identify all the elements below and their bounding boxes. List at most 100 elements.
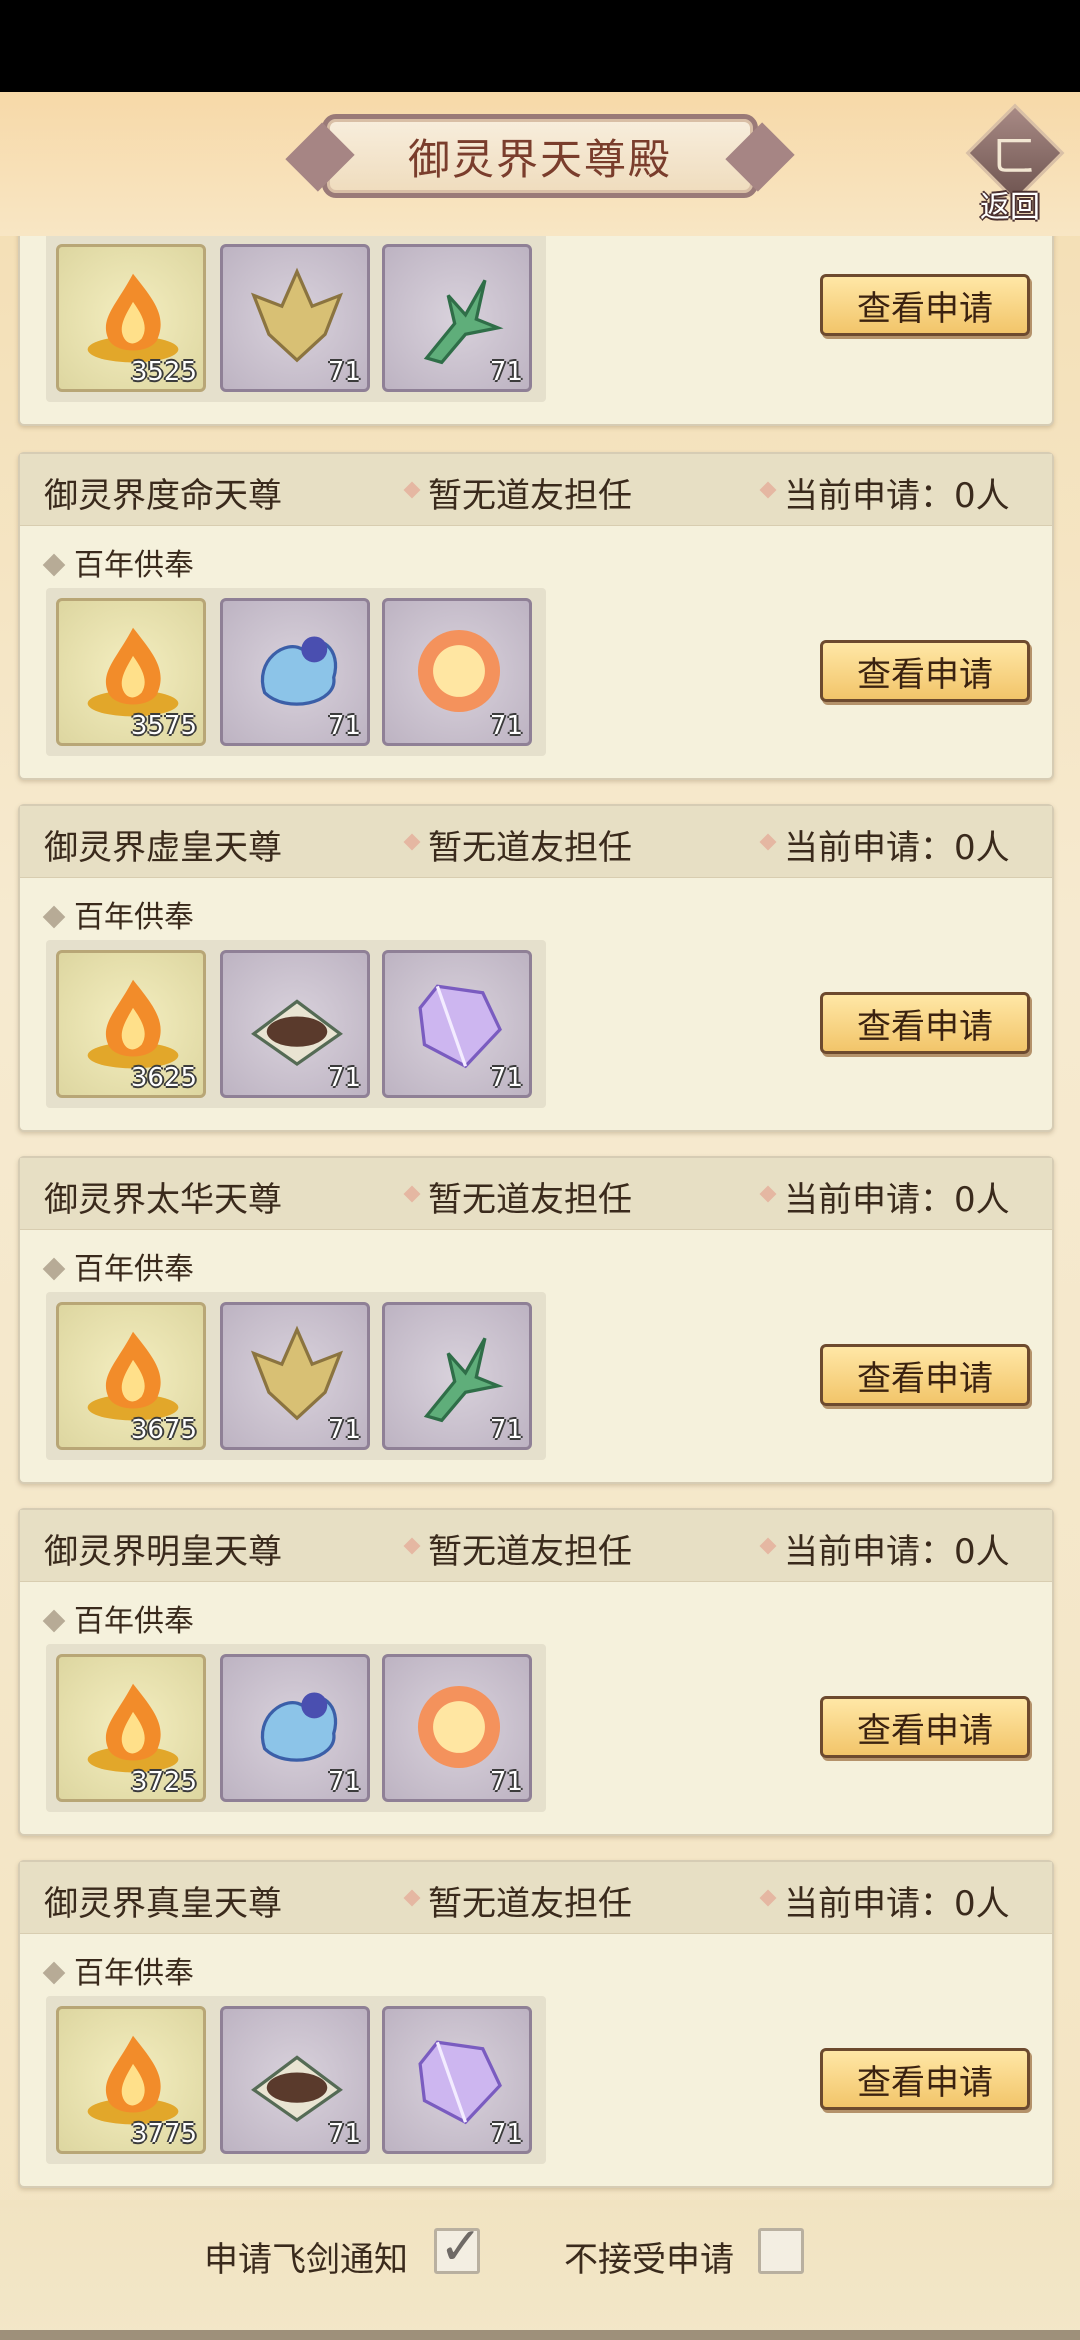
item-quantity: 71 — [489, 357, 523, 387]
application-count: 当前申请：0人 — [784, 1180, 1010, 1220]
back-label: 返回 — [980, 190, 1040, 225]
status-bar — [0, 0, 1080, 92]
reward-slot[interactable]: 71 — [220, 950, 370, 1098]
offering-label: 百年供奉 — [42, 1244, 194, 1288]
check-icon: ✓ — [439, 2217, 483, 2277]
offering-label: 百年供奉 — [42, 540, 194, 584]
item-quantity: 3625 — [130, 1063, 197, 1093]
view-applications-button[interactable]: 查看申请 — [820, 2048, 1030, 2110]
card-header: 御灵界太华天尊 暂无道友担任 当前申请：0人 — [20, 1158, 1052, 1230]
reward-slot[interactable]: 71 — [382, 1654, 532, 1802]
rank-title: 御灵界明皇天尊 — [44, 1532, 282, 1572]
reward-slot[interactable]: 71 — [382, 950, 532, 1098]
page-title: 御灵界天尊殿 — [407, 134, 672, 184]
reward-slot[interactable]: 3675 — [56, 1302, 206, 1450]
diamond-icon — [403, 833, 421, 851]
application-count: 当前申请：0人 — [784, 1884, 1010, 1924]
reward-slot[interactable]: 3625 — [56, 950, 206, 1098]
gold-crystal-icon — [250, 1325, 344, 1421]
item-quantity: 71 — [489, 1063, 523, 1093]
diamond-icon — [759, 1537, 777, 1555]
diamond-icon — [759, 481, 777, 499]
reward-slot[interactable]: 3775 — [56, 2006, 206, 2154]
reward-slot[interactable]: 71 — [220, 2006, 370, 2154]
rank-title: 御灵界度命天尊 — [44, 476, 282, 516]
application-count: 当前申请：0人 — [784, 476, 1010, 516]
card-header: 御灵界明皇天尊 暂无道友担任 当前申请：0人 — [20, 1510, 1052, 1582]
reward-slot[interactable]: 71 — [382, 244, 532, 392]
reward-slot[interactable]: 71 — [220, 244, 370, 392]
item-quantity: 71 — [327, 711, 361, 741]
purple-crystal-icon — [418, 984, 502, 1069]
diamond-icon — [42, 905, 66, 929]
reward-slot[interactable]: 3575 — [56, 598, 206, 746]
diamond-icon — [403, 481, 421, 499]
rank-title: 御灵界真皇天尊 — [44, 1884, 282, 1924]
offering-label: 百年供奉 — [42, 1948, 194, 1992]
rank-title: 御灵界太华天尊 — [44, 1180, 282, 1220]
view-applications-button[interactable]: 查看申请 — [820, 1344, 1030, 1406]
holder-status: 暂无道友担任 — [428, 1884, 632, 1924]
rank-card: 御灵界明皇天尊 暂无道友担任 当前申请：0人 百年供奉 3725 71 71 查… — [18, 1508, 1054, 1836]
reward-slot[interactable]: 71 — [382, 2006, 532, 2154]
item-quantity: 71 — [489, 1415, 523, 1445]
notify-label: 申请飞剑通知 — [204, 2240, 408, 2280]
view-applications-button[interactable]: 查看申请 — [820, 992, 1030, 1054]
reward-slot[interactable]: 3725 — [56, 1654, 206, 1802]
card-header: 御灵界度命天尊 暂无道友担任 当前申请：0人 — [20, 454, 1052, 526]
bottom-strip — [0, 2330, 1080, 2340]
jade-branch-icon — [423, 279, 504, 365]
reward-slot[interactable]: 71 — [382, 598, 532, 746]
item-quantity: 71 — [327, 1767, 361, 1797]
jade-branch-icon — [423, 1337, 504, 1423]
footer-options: 申请飞剑通知 ✓ 不接受申请 — [0, 2200, 1080, 2340]
reward-slot[interactable]: 71 — [220, 598, 370, 746]
rank-card: 御灵界虚皇天尊 暂无道友担任 当前申请：0人 百年供奉 3625 71 71 查… — [18, 804, 1054, 1132]
item-quantity: 3575 — [130, 711, 197, 741]
fire-orb-icon — [417, 629, 501, 713]
flame-icon — [87, 1683, 179, 1773]
reward-slot[interactable]: 3525 — [56, 244, 206, 392]
reward-items: 3675 71 71 — [46, 1292, 546, 1460]
rank-list[interactable]: 3525 71 71 查看申请 御灵界度命天尊 暂无道友担任 当前申请：0人 百… — [0, 236, 1080, 2200]
reward-items: 3725 71 71 — [46, 1644, 546, 1812]
rank-title: 御灵界虚皇天尊 — [44, 828, 282, 868]
reject-checkbox[interactable] — [758, 2228, 804, 2274]
holder-status: 暂无道友担任 — [428, 1532, 632, 1572]
flame-icon — [87, 273, 179, 363]
offering-label: 百年供奉 — [42, 892, 194, 936]
view-applications-button[interactable]: 查看申请 — [820, 1696, 1030, 1758]
flame-icon — [87, 1331, 179, 1421]
holder-status: 暂无道友担任 — [428, 1180, 632, 1220]
purple-crystal-icon — [418, 2040, 502, 2125]
flame-icon — [87, 2035, 179, 2125]
item-quantity: 3725 — [130, 1767, 197, 1797]
notify-checkbox[interactable]: ✓ — [434, 2217, 483, 2277]
holder-status: 暂无道友担任 — [428, 828, 632, 868]
item-quantity: 3525 — [130, 357, 197, 387]
item-quantity: 71 — [327, 357, 361, 387]
reward-items: 3625 71 71 — [46, 940, 546, 1108]
back-button[interactable]: ㄈ 返回 — [962, 103, 1068, 225]
diamond-icon — [42, 1609, 66, 1633]
item-quantity: 3775 — [130, 2119, 197, 2149]
water-spirit-icon — [260, 636, 337, 706]
reward-slot[interactable]: 71 — [220, 1302, 370, 1450]
card-header: 御灵界虚皇天尊 暂无道友担任 当前申请：0人 — [20, 806, 1052, 878]
reward-items: 3525 71 71 — [46, 236, 546, 402]
diamond-icon — [403, 1185, 421, 1203]
title-plate: 御灵界天尊殿 — [322, 114, 758, 198]
reward-slot[interactable]: 71 — [220, 1654, 370, 1802]
diamond-icon — [42, 1961, 66, 1985]
item-quantity: 71 — [489, 711, 523, 741]
offering-label: 百年供奉 — [42, 1596, 194, 1640]
holder-status: 暂无道友担任 — [428, 476, 632, 516]
ore-tray-icon — [251, 999, 343, 1067]
rank-card: 御灵界真皇天尊 暂无道友担任 当前申请：0人 百年供奉 3775 71 71 查… — [18, 1860, 1054, 2188]
view-applications-button[interactable]: 查看申请 — [820, 274, 1030, 336]
diamond-icon — [403, 1537, 421, 1555]
view-applications-button[interactable]: 查看申请 — [820, 640, 1030, 702]
header: 御灵界天尊殿 ㄈ 返回 — [0, 92, 1080, 236]
reward-slot[interactable]: 71 — [382, 1302, 532, 1450]
application-count: 当前申请：0人 — [784, 828, 1010, 868]
